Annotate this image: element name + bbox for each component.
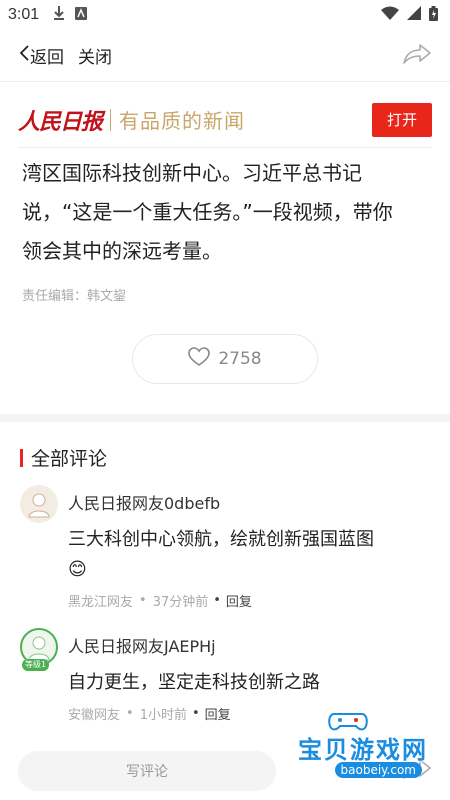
- like-count: 2758: [218, 349, 262, 369]
- app-notification-icon: [75, 6, 88, 24]
- watermark-text: 宝贝游戏网: [298, 736, 428, 764]
- write-comment-input[interactable]: 写评论: [18, 751, 276, 791]
- title-accent-bar: [20, 448, 23, 467]
- open-app-button[interactable]: 打开: [372, 102, 432, 137]
- like-button[interactable]: 2758: [132, 334, 318, 384]
- comment-time: 1小时前: [139, 708, 187, 723]
- watermark-url: baobeiy.com: [334, 762, 422, 778]
- share-button[interactable]: [402, 43, 432, 69]
- back-label: 返回: [30, 48, 64, 68]
- comment-author[interactable]: 人民日报网友0dbefb: [68, 493, 430, 515]
- comment-location: 安徽网友: [68, 708, 121, 723]
- banner-slogan: 有品质的新闻: [119, 109, 246, 133]
- share-icon: [402, 43, 432, 69]
- article-line: 湾区国际科技创新中心。习近平总书记: [22, 161, 362, 185]
- app-promo-banner: 人民日报 有品质的新闻 打开: [18, 92, 432, 148]
- wifi-icon: [381, 6, 399, 24]
- reply-button[interactable]: 回复: [226, 591, 252, 610]
- comment-item: 人民日报网友0dbefb 三大科创中心领航，绘就创新强国蓝图 😊 黑龙江网友 •…: [0, 485, 450, 610]
- comment-text-body: 三大科创中心领航，绘就创新强国蓝图: [68, 529, 374, 550]
- comment-text: 自力更生，坚定走科技创新之路: [68, 672, 320, 693]
- responsible-editor: 责任编辑：韩文鋆: [22, 289, 127, 304]
- comments-header: 全部评论: [0, 422, 450, 471]
- section-divider: [0, 414, 450, 422]
- peoples-daily-logo: 人民日报: [18, 108, 103, 135]
- avatar[interactable]: 等级1: [20, 628, 58, 671]
- back-button[interactable]: 返回: [18, 43, 64, 68]
- site-watermark: 宝贝游戏网 baobeiy.com: [280, 708, 436, 782]
- comment-meta: 黑龙江网友 • 37分钟前 • 回复: [68, 591, 252, 610]
- status-bar: 3:01: [0, 0, 450, 30]
- download-icon: [53, 6, 65, 24]
- chevron-left-icon: [18, 44, 30, 67]
- smile-emoji-icon: 😊: [68, 559, 87, 580]
- comment-location: 黑龙江网友: [68, 595, 134, 610]
- heart-icon: [188, 346, 211, 372]
- comment-text: 三大科创中心领航，绘就创新强国蓝图 😊: [68, 525, 430, 585]
- comments-title: 全部评论: [31, 448, 108, 470]
- banner-divider: [110, 108, 112, 131]
- article-line: 说，“这是一个重大任务。”一段视频，带你: [22, 200, 393, 224]
- level-badge: 等级1: [22, 659, 50, 671]
- reply-button[interactable]: 回复: [205, 704, 231, 723]
- battery-icon: [429, 5, 438, 25]
- article-line: 领会其中的深远考量。: [22, 239, 222, 263]
- status-time: 3:01: [8, 6, 40, 23]
- comment-author[interactable]: 人民日报网友JAEPHj: [68, 636, 430, 658]
- close-button[interactable]: 关闭: [78, 43, 112, 68]
- top-nav: 返回 关闭: [0, 30, 450, 82]
- comment-time: 37分钟前: [152, 595, 209, 610]
- signal-icon: [407, 6, 421, 24]
- avatar[interactable]: [20, 485, 58, 523]
- article-body: 湾区国际科技创新中心。习近平总书记 说，“这是一个重大任务。”一段视频，带你 领…: [0, 148, 450, 271]
